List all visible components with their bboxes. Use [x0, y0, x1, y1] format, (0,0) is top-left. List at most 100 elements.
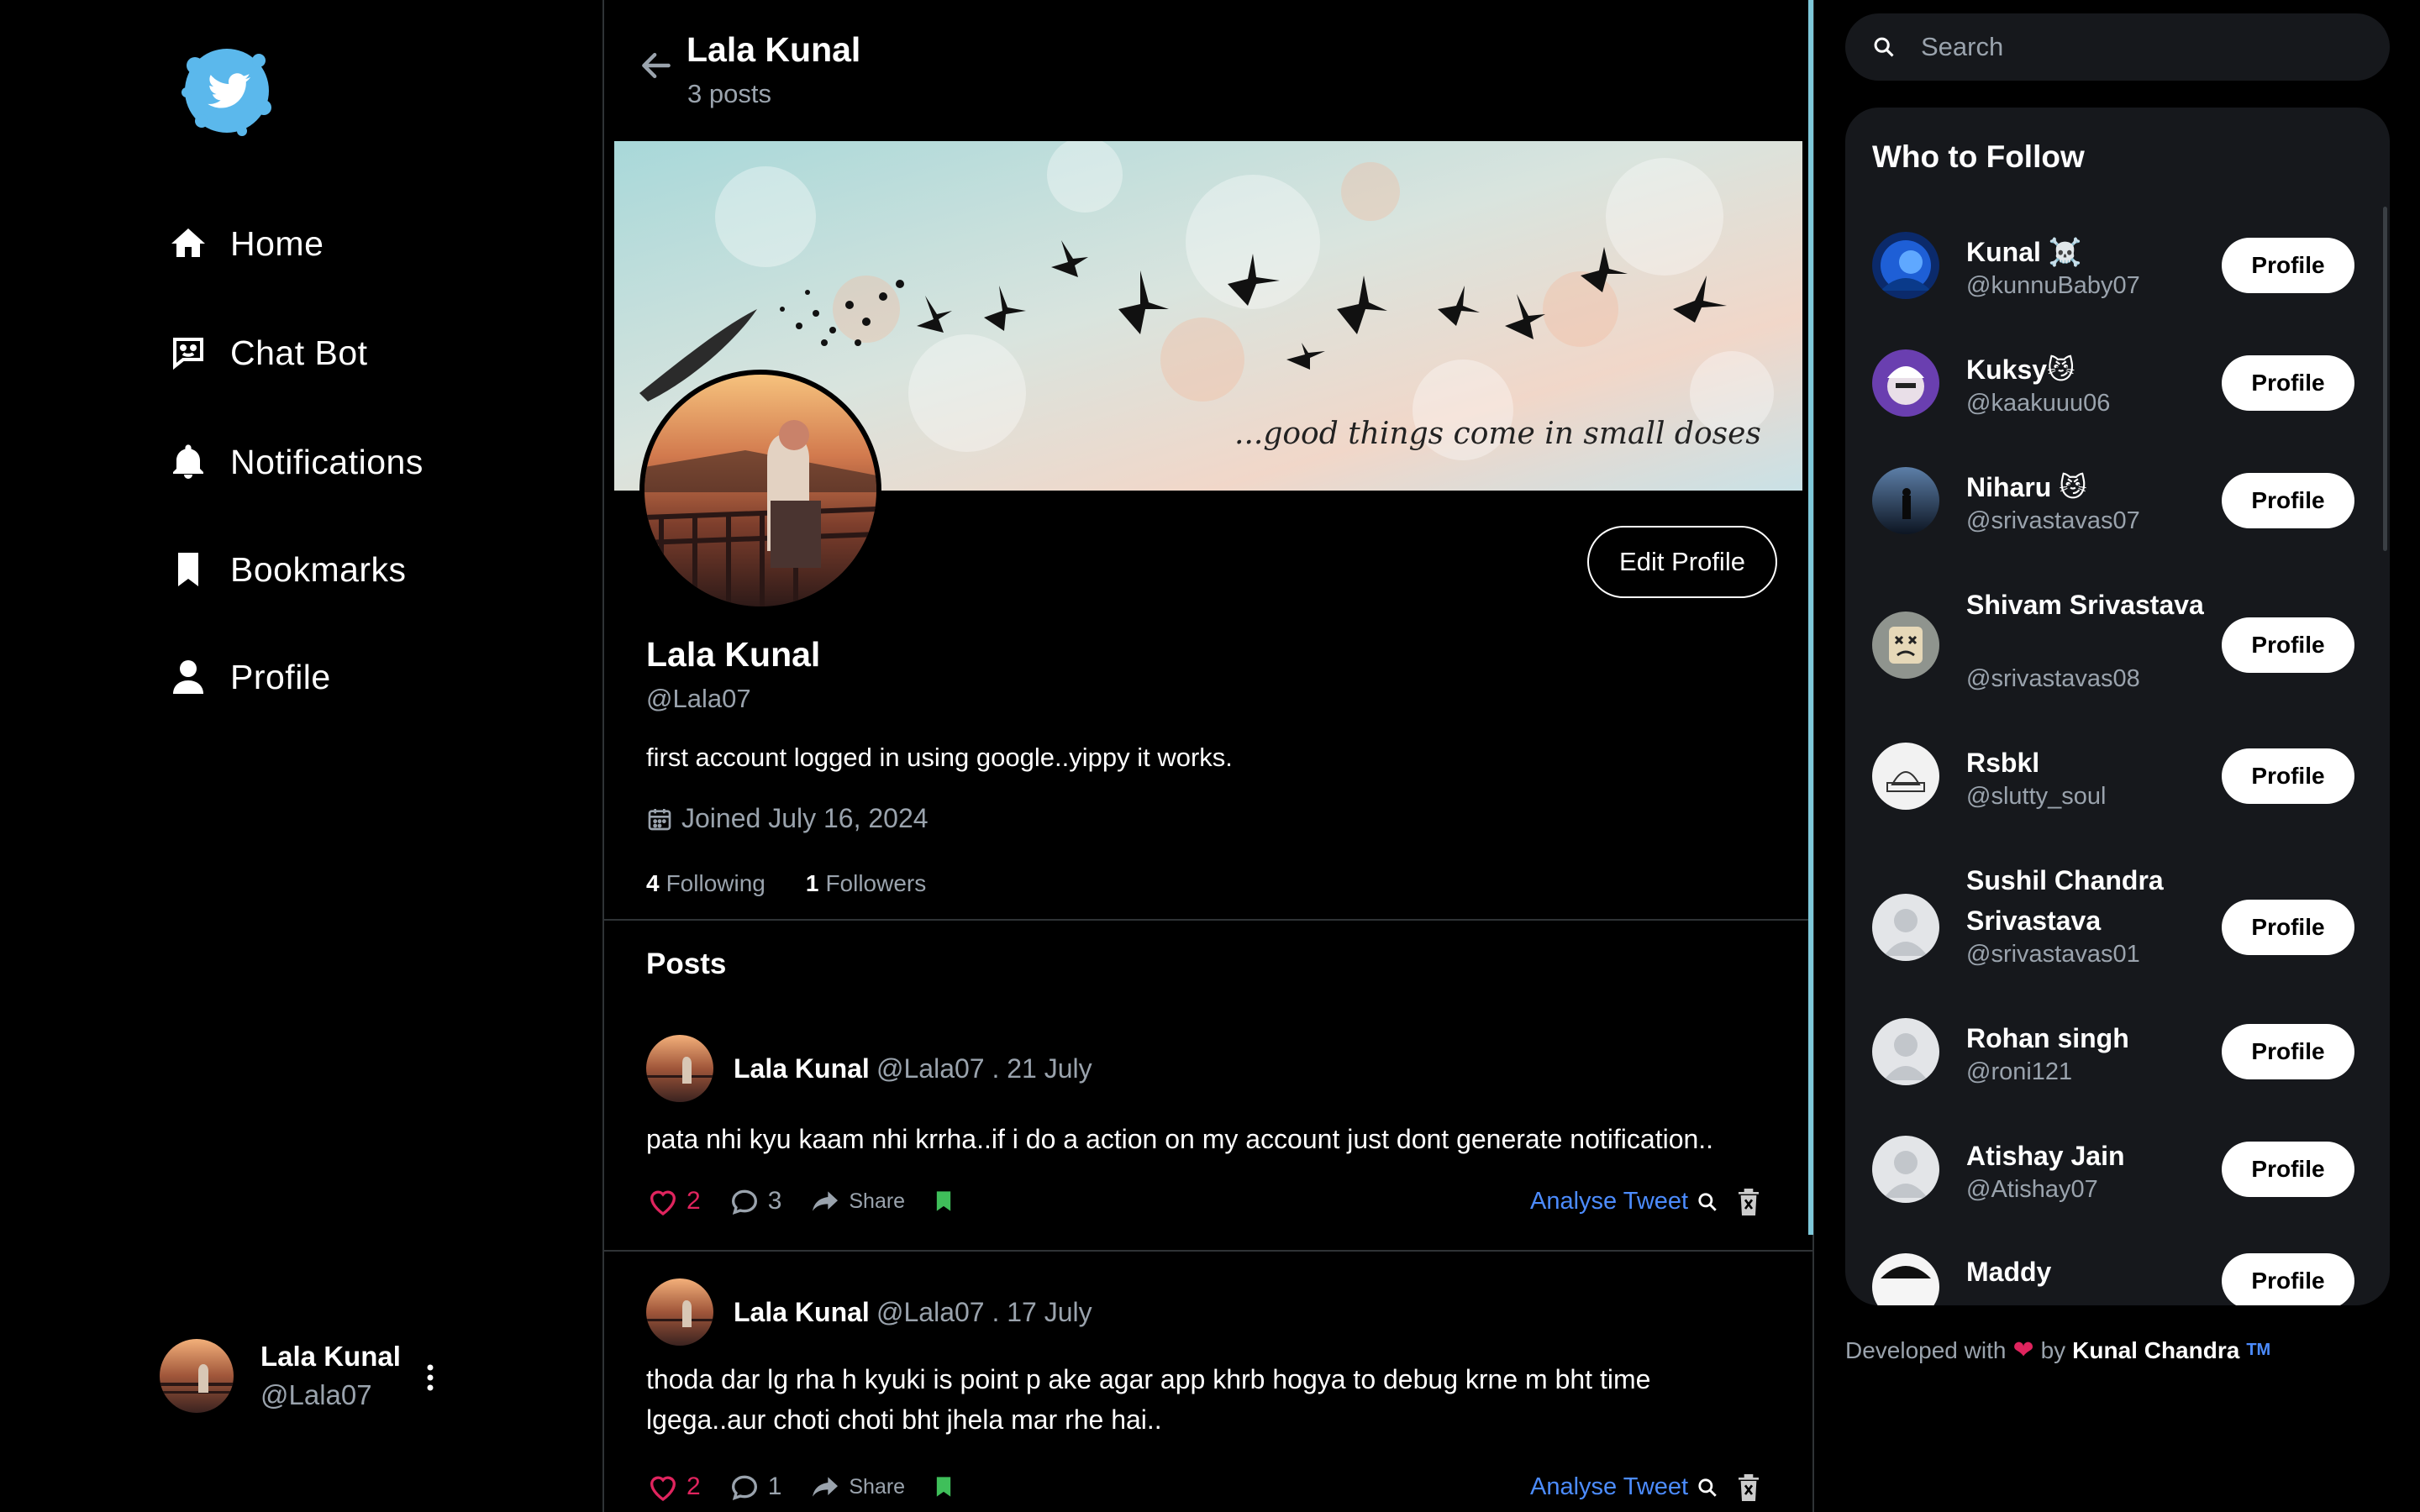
search-input[interactable]	[1921, 32, 2375, 62]
comment-button[interactable]: 3	[728, 1184, 782, 1218]
nav-bookmarks[interactable]: Bookmarks	[168, 549, 407, 590]
comment-count: 3	[767, 1187, 782, 1215]
followers-count: 1	[805, 870, 819, 896]
post-meta: @Lala07 . 17 July	[876, 1297, 1092, 1327]
post-author-name: Lala Kunal	[734, 1053, 870, 1084]
suggestion-handle: @srivastavas01	[1966, 941, 2140, 968]
heart-icon	[650, 1190, 676, 1216]
bell-icon	[173, 444, 203, 479]
search-icon	[1698, 1478, 1717, 1497]
nav-notifications[interactable]: Notifications	[168, 442, 424, 482]
suggestion-handle: @kaakuuu06	[1966, 390, 2111, 417]
profile-button[interactable]: Profile	[2222, 900, 2354, 955]
following-link[interactable]: 4 Following	[646, 870, 765, 897]
suggestion-name: Atishay Jain	[1966, 1141, 2125, 1171]
profile-bio: first account logged in using google..yi…	[646, 743, 1233, 772]
heart-icon: ❤	[2012, 1336, 2034, 1364]
nav-notifications-label: Notifications	[230, 442, 424, 481]
bookmark-button[interactable]	[932, 1188, 955, 1215]
delete-icon[interactable]	[1735, 1472, 1762, 1504]
account-switcher[interactable]: Lala Kunal @Lala07	[160, 1339, 434, 1413]
suggestion-name: Kunal ☠️	[1966, 237, 2082, 267]
panel-scrollbar[interactable]	[2383, 207, 2387, 551]
share-button[interactable]: Share	[808, 1470, 905, 1504]
profile-button[interactable]: Profile	[2222, 355, 2354, 411]
profile-button[interactable]: Profile	[2222, 748, 2354, 804]
like-count: 2	[687, 1473, 701, 1500]
analyse-tweet-label: Analyse Tweet	[1530, 1188, 1689, 1215]
footer-author: Kunal Chandra	[2072, 1336, 2240, 1363]
delete-icon[interactable]	[1735, 1186, 1762, 1218]
nav-bookmarks-label: Bookmarks	[230, 549, 407, 589]
nav-profile-label: Profile	[230, 657, 331, 696]
post-avatar[interactable]	[646, 1278, 713, 1346]
analyse-tweet-button[interactable]: Analyse Tweet	[1530, 1473, 1718, 1501]
avatar	[1872, 1136, 1939, 1203]
profile-button[interactable]: Profile	[2222, 1142, 2354, 1197]
share-label: Share	[849, 1189, 906, 1213]
profile-button[interactable]: Profile	[2222, 238, 2354, 293]
profile-timeline: Lala Kunal 3 posts ...good things come i…	[602, 0, 1814, 1512]
search-icon	[1698, 1192, 1717, 1211]
following-count: 4	[646, 870, 660, 896]
divider	[604, 1250, 1812, 1252]
profile-joined: Joined July 16, 2024	[646, 803, 929, 834]
bookmark-button[interactable]	[932, 1473, 955, 1500]
comment-count: 1	[767, 1473, 782, 1500]
share-icon	[813, 1477, 839, 1497]
like-button[interactable]: 2	[646, 1184, 701, 1218]
posts-heading: Posts	[646, 948, 727, 980]
post-actions: 2 3 Share	[646, 1184, 982, 1218]
edit-profile-button[interactable]: Edit Profile	[1587, 526, 1777, 598]
footer-tm: TM	[2246, 1341, 2271, 1359]
comment-button[interactable]: 1	[728, 1470, 782, 1504]
comment-icon	[731, 1475, 757, 1500]
nav-profile[interactable]: Profile	[168, 657, 331, 697]
profile-button[interactable]: Profile	[2222, 617, 2354, 673]
nav-home[interactable]: Home	[168, 223, 324, 264]
like-button[interactable]: 2	[646, 1470, 701, 1504]
nav-chat-bot[interactable]: Chat Bot	[168, 333, 368, 373]
avatar	[1872, 232, 1939, 299]
nav-home-label: Home	[230, 223, 324, 263]
post-text: pata nhi kyu kaam nhi krrha..if i do a a…	[646, 1124, 1714, 1154]
suggestion-name: Maddy	[1966, 1257, 2052, 1287]
profile-avatar[interactable]	[639, 370, 881, 612]
analyse-tweet-button[interactable]: Analyse Tweet	[1530, 1188, 1718, 1215]
suggestion-name: Niharu 😼	[1966, 472, 2087, 502]
avatar	[1872, 1253, 1939, 1305]
twitter-logo-icon[interactable]	[176, 40, 277, 141]
scrollbar[interactable]	[1808, 0, 1813, 1235]
footer-prefix: Developed with	[1845, 1336, 2007, 1363]
suggestion-name: Rohan singh	[1966, 1023, 2129, 1053]
bookmark-icon	[936, 1191, 951, 1211]
suggestion-handle: @slutty_soul	[1966, 783, 2107, 810]
search-icon	[1874, 37, 1894, 57]
follow-stats: 4 Following 1 Followers	[646, 870, 926, 897]
analyse-tweet-label: Analyse Tweet	[1530, 1473, 1689, 1500]
user-icon	[173, 660, 203, 694]
search-bar[interactable]	[1845, 13, 2390, 81]
avatar	[1872, 467, 1939, 534]
banner-caption: ...good things come in small doses	[1234, 417, 1761, 451]
account-name: Lala Kunal	[260, 1341, 401, 1372]
back-arrow-icon[interactable]	[638, 47, 675, 84]
post-avatar[interactable]	[646, 1035, 713, 1102]
page-title: Lala Kunal	[687, 30, 861, 69]
suggestion-name: Sushil Chandra Srivastava	[1966, 865, 2164, 936]
suggestion-handle: @Atishay07	[1966, 1176, 2098, 1203]
home-icon	[171, 228, 205, 257]
profile-button[interactable]: Profile	[2222, 1024, 2354, 1079]
profile-name: Lala Kunal	[646, 635, 821, 674]
post-actions: 2 1 Share	[646, 1470, 982, 1504]
share-button[interactable]: Share	[808, 1184, 905, 1218]
footer-by: by	[2040, 1336, 2066, 1363]
followers-link[interactable]: 1 Followers	[806, 870, 926, 897]
suggestion-handle: @srivastavas08	[1966, 665, 2140, 692]
profile-button[interactable]: Profile	[2222, 1253, 2354, 1305]
profile-button[interactable]: Profile	[2222, 473, 2354, 528]
more-options-icon[interactable]	[422, 1361, 439, 1394]
avatar	[1872, 743, 1939, 810]
divider	[604, 919, 1812, 921]
post-author-name: Lala Kunal	[734, 1297, 870, 1327]
